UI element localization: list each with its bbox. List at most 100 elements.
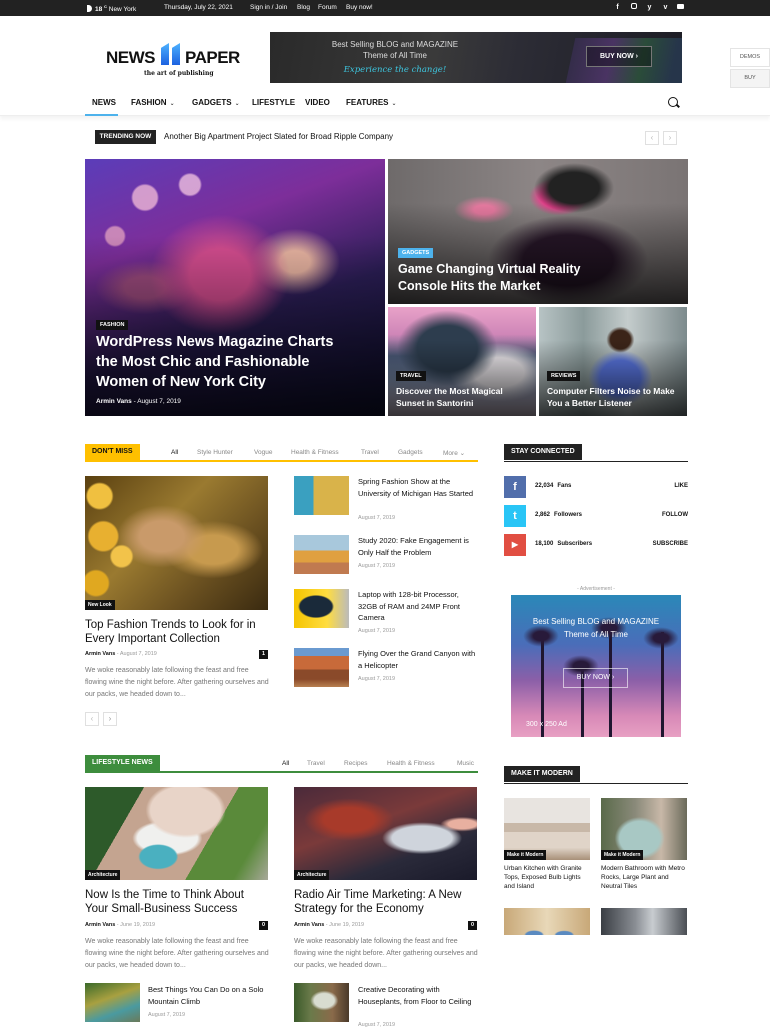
make-it-modern-image[interactable] [504,908,590,935]
trending-headline[interactable]: Another Big Apartment Project Slated for… [164,132,393,141]
vimeo-icon[interactable]: v [661,3,670,12]
nav-item-video[interactable]: VIDEO [305,98,330,107]
sidebar-advertisement[interactable]: Best Selling BLOG and MAGAZINE Theme of … [511,595,681,737]
like-button[interactable]: LIKE [674,483,688,489]
instagram-icon[interactable] [629,3,638,12]
list-article-title[interactable]: Spring Fashion Show at the University of… [358,476,478,499]
article-title[interactable]: Game Changing Virtual Reality Console Hi… [398,261,618,295]
filter-music[interactable]: Music [457,760,474,767]
make-it-modern-image[interactable] [601,908,687,935]
subscribe-button[interactable]: SUBSCRIBE [653,541,688,547]
category-badge[interactable]: Architecture [85,870,121,880]
youtube-icon[interactable]: ▶ [504,534,526,556]
author-name[interactable]: Armin Vans [85,651,115,657]
article-title[interactable]: Urban Kitchen with Granite Tops, Exposed… [504,864,590,891]
hero-main-article[interactable]: FASHION WordPress News Magazine Charts t… [85,159,385,416]
list-article-thumbnail[interactable] [294,535,349,574]
sign-in-link[interactable]: Sign in / Join [250,4,287,11]
list-article-thumbnail[interactable] [85,983,140,1022]
filter-all[interactable]: All [282,760,289,767]
site-logo[interactable]: NEWS PAPER the art of publishing [106,43,246,80]
filter-more-dropdown[interactable]: More ⌄ [443,449,465,457]
list-article-title[interactable]: Best Things You Can Do on a Solo Mountai… [148,984,268,1007]
comment-count-badge[interactable]: 1 [259,650,268,659]
blog-link[interactable]: Blog [297,4,310,11]
category-badge[interactable]: REVIEWS [547,371,581,381]
hero-listener-article[interactable]: REVIEWS Computer Filters Noise to Make Y… [539,307,687,416]
ad-buy-now-button[interactable]: BUY NOW › [586,46,652,67]
facebook-icon[interactable]: f [504,476,526,498]
twitter-row[interactable]: t 2,862 Followers FOLLOW [504,505,688,527]
article-title[interactable]: Now Is the Time to Think About Your Smal… [85,888,268,916]
lifestyle-news-header: LIFESTYLE NEWS All Travel Recipes Health… [85,755,478,773]
make-it-modern-image[interactable]: Make it Modern [504,798,590,860]
follow-button[interactable]: FOLLOW [662,512,688,518]
category-badge[interactable]: New Look [85,600,115,610]
filter-style-hunter[interactable]: Style Hunter [197,449,233,456]
filter-recipes[interactable]: Recipes [344,760,367,767]
featured-article-image[interactable]: New Look [85,476,268,610]
list-article-title[interactable]: Study 2020: Fake Engagement is Only Half… [358,535,478,558]
stay-connected-label: STAY CONNECTED [504,444,582,460]
list-article-thumbnail[interactable] [294,648,349,687]
list-article-thumbnail[interactable] [294,476,349,515]
header-advertisement[interactable]: Best Selling BLOG and MAGAZINE Theme of … [270,32,682,83]
list-article-title[interactable]: Flying Over the Grand Canyon with a Heli… [358,648,478,671]
search-icon[interactable] [668,97,678,107]
filter-health-fitness[interactable]: Health & Fitness [291,449,339,456]
list-article-title[interactable]: Creative Decorating with Houseplants, fr… [358,984,478,1007]
category-badge[interactable]: TRAVEL [396,371,426,381]
author-name[interactable]: Armin Vans [294,922,324,928]
filter-health-fitness[interactable]: Health & Fitness [387,760,435,767]
facebook-icon[interactable]: f [613,3,622,12]
dont-miss-prev-button[interactable]: ‹ [85,712,99,726]
article-title[interactable]: Modern Bathroom with Metro Rocks, Large … [601,864,687,891]
dont-miss-next-button[interactable]: › [103,712,117,726]
lifestyle-article-image[interactable]: Architecture [85,787,268,880]
category-badge[interactable]: Architecture [294,870,330,880]
article-title[interactable]: WordPress News Magazine Charts the Most … [96,332,356,392]
nav-item-news[interactable]: NEWS [92,98,116,107]
filter-gadgets[interactable]: Gadgets [398,449,423,456]
author-name[interactable]: Armin Vans [85,922,115,928]
demos-button[interactable]: DEMOS [730,48,770,67]
weather-widget: 18 C New York [87,4,136,13]
filter-travel[interactable]: Travel [361,449,379,456]
filter-vogue[interactable]: Vogue [254,449,272,456]
list-article-thumbnail[interactable] [294,589,349,628]
twitter-icon[interactable]: y [645,3,654,12]
list-article-title[interactable]: Laptop with 128-bit Processor, 32GB of R… [358,589,478,624]
trending-next-button[interactable]: › [663,131,677,145]
article-title[interactable]: Discover the Most Magical Sunset in Sant… [396,385,531,409]
nav-item-features[interactable]: FEATURES ⌄ [346,98,397,107]
article-title[interactable]: Top Fashion Trends to Look for in Every … [85,618,268,646]
youtube-icon[interactable] [676,3,685,12]
youtube-row[interactable]: ▶ 18,100 Subscribers SUBSCRIBE [504,534,688,556]
category-badge[interactable]: FASHION [96,320,129,330]
list-article-thumbnail[interactable] [294,983,349,1022]
article-title[interactable]: Radio Air Time Marketing: A New Strategy… [294,888,477,916]
category-badge[interactable]: GADGETS [398,248,434,258]
filter-travel[interactable]: Travel [307,760,325,767]
make-it-modern-image[interactable]: Make it Modern [601,798,687,860]
lifestyle-article-image[interactable]: Architecture [294,787,477,880]
nav-item-fashion[interactable]: FASHION ⌄ [131,98,175,107]
filter-all[interactable]: All [171,449,178,456]
ad-buy-now-button[interactable]: BUY NOW › [563,668,628,688]
twitter-icon[interactable]: t [504,505,526,527]
trending-prev-button[interactable]: ‹ [645,131,659,145]
comment-count-badge[interactable]: 0 [259,921,268,930]
hero-vr-article[interactable]: GADGETS Game Changing Virtual Reality Co… [388,159,688,304]
article-title[interactable]: Computer Filters Noise to Make You a Bet… [547,385,687,409]
buy-button[interactable]: BUY [730,69,770,88]
nav-item-gadgets[interactable]: GADGETS ⌄ [192,98,240,107]
category-badge[interactable]: Make it Modern [601,850,644,860]
nav-item-lifestyle[interactable]: LIFESTYLE [252,98,295,107]
buy-now-link[interactable]: Buy now! [346,4,373,11]
facebook-row[interactable]: f 22,034 Fans LIKE [504,476,688,498]
category-badge[interactable]: Make it Modern [504,850,547,860]
hero-santorini-article[interactable]: TRAVEL Discover the Most Magical Sunset … [388,307,536,416]
author-name[interactable]: Armin Vans [96,398,132,405]
comment-count-badge[interactable]: 0 [468,921,477,930]
forum-link[interactable]: Forum [318,4,337,11]
